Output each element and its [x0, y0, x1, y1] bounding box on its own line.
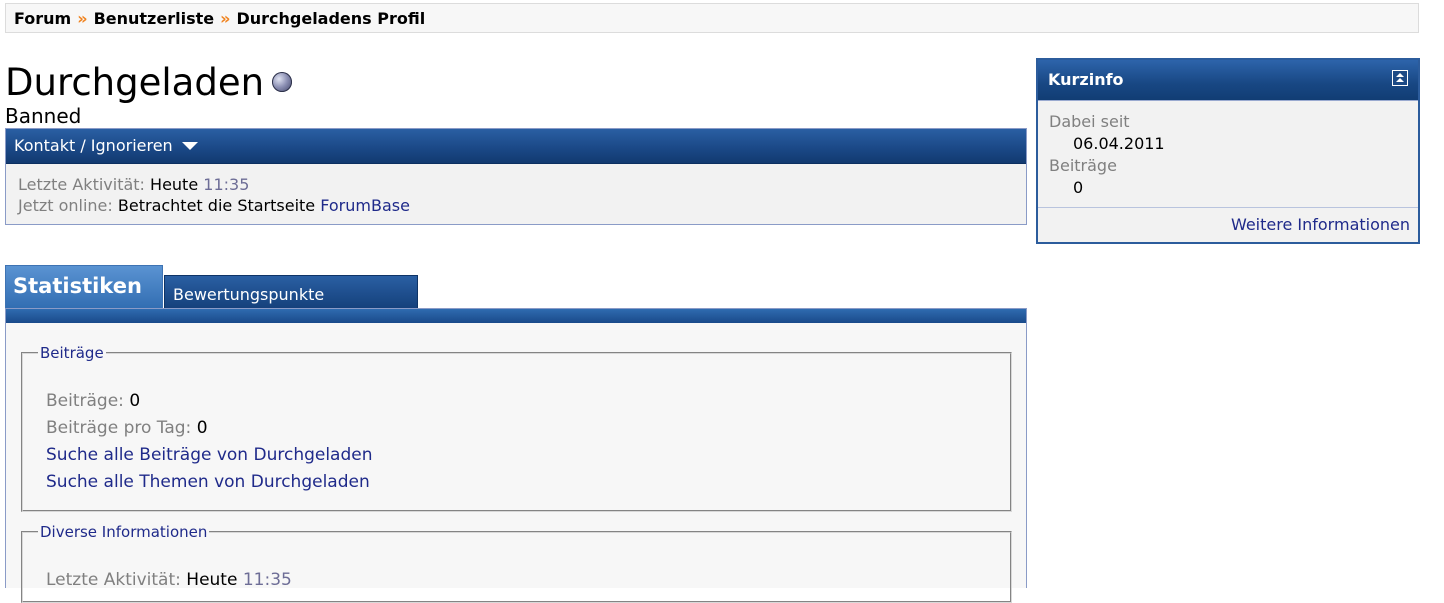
page-title: Durchgeladen	[5, 60, 293, 106]
posts-value: 0	[1073, 178, 1084, 197]
posts-section-content: Beiträge: 0 Beiträge pro Tag: 0 Suche al…	[46, 388, 373, 496]
posts-section: Beiträge Beiträge: 0 Beiträge pro Tag: 0…	[21, 344, 1012, 512]
misc-last-activity-day: Heute	[186, 570, 238, 590]
online-text: Betrachtet die Startseite	[117, 196, 316, 215]
last-activity-time: 11:35	[203, 175, 250, 194]
posts-count-value: 0	[129, 391, 141, 411]
contact-ignore-menu[interactable]: Kontakt / Ignorieren	[6, 129, 1026, 164]
joined-label: Dabei seit	[1049, 112, 1130, 131]
search-all-threads-link[interactable]: Suche alle Themen von Durchgeladen	[46, 472, 370, 492]
online-location-link[interactable]: ForumBase	[320, 196, 410, 215]
kurzinfo-footer: Weitere Informationen	[1038, 207, 1418, 242]
statistics-panel: Beiträge Beiträge: 0 Beiträge pro Tag: 0…	[5, 308, 1027, 603]
breadcrumb-forum[interactable]: Forum	[14, 9, 71, 28]
breadcrumb: Forum » Benutzerliste » Durchgeladens Profil	[5, 3, 1419, 33]
tabpanel-header-bar	[6, 309, 1026, 323]
posts-count-row: Beiträge: 0	[46, 388, 373, 415]
kurzinfo-header: Kurzinfo	[1038, 60, 1418, 101]
misc-info-legend: Diverse Informationen	[40, 523, 208, 541]
breadcrumb-separator: »	[77, 9, 88, 28]
dropdown-arrow-icon	[181, 141, 198, 150]
last-activity-label: Letzte Aktivität:	[18, 175, 145, 194]
search-all-posts-link[interactable]: Suche alle Beiträge von Durchgeladen	[46, 445, 373, 465]
last-activity-day: Heute	[150, 175, 199, 194]
tab-statistiken[interactable]: Statistiken	[5, 265, 163, 311]
collapse-icon[interactable]	[1392, 70, 1408, 86]
online-status-icon	[272, 71, 293, 92]
posts-per-day-value: 0	[196, 418, 208, 438]
posts-per-day-row: Beiträge pro Tag: 0	[46, 415, 373, 442]
posts-per-day-label: Beiträge pro Tag:	[46, 418, 192, 438]
posts-count-label: Beiträge:	[46, 391, 124, 411]
breadcrumb-separator: »	[220, 9, 231, 28]
kurzinfo-title: Kurzinfo	[1048, 70, 1124, 89]
joined-value: 06.04.2011	[1073, 134, 1165, 153]
kurzinfo-panel: Kurzinfo Dabei seit 06.04.2011 Beiträge …	[1036, 58, 1420, 244]
online-status-row: Jetzt online: Betrachtet die Startseite …	[18, 195, 1026, 216]
misc-last-activity-label: Letzte Aktivität:	[46, 570, 181, 590]
misc-last-activity-time: 11:35	[242, 570, 292, 590]
misc-last-activity-row: Letzte Aktivität: Heute 11:35	[46, 567, 292, 594]
kurzinfo-body: Dabei seit 06.04.2011 Beiträge 0	[1038, 101, 1418, 207]
username: Durchgeladen	[5, 61, 265, 104]
profile-info-block: Kontakt / Ignorieren Letzte Aktivität: H…	[5, 128, 1027, 225]
user-title: Banned	[5, 104, 82, 128]
tab-bewertungspunkte[interactable]: Bewertungspunkte	[164, 275, 418, 311]
contact-menu-label: Kontakt / Ignorieren	[14, 136, 173, 155]
misc-info-content: Letzte Aktivität: Heute 11:35	[46, 567, 292, 594]
posts-label: Beiträge	[1049, 156, 1117, 175]
breadcrumb-current: Durchgeladens Profil	[236, 9, 426, 28]
misc-info-section: Diverse Informationen Letzte Aktivität: …	[21, 523, 1012, 603]
posts-section-legend: Beiträge	[40, 344, 104, 362]
breadcrumb-userlist[interactable]: Benutzerliste	[94, 9, 215, 28]
online-label: Jetzt online:	[18, 196, 113, 215]
more-info-link[interactable]: Weitere Informationen	[1231, 215, 1410, 234]
last-activity-row: Letzte Aktivität: Heute 11:35	[18, 174, 1026, 195]
activity-info: Letzte Aktivität: Heute 11:35 Jetzt onli…	[6, 164, 1026, 216]
